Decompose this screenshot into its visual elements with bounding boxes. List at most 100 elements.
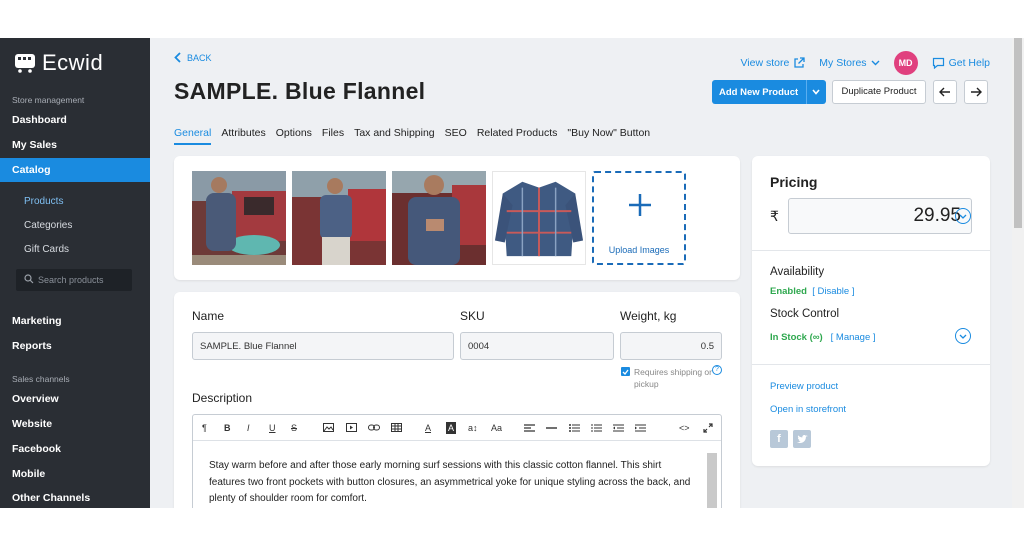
- main-content: BACK SAMPLE. Blue Flannel View store My …: [150, 38, 1012, 508]
- page-scrollbar-thumb[interactable]: [1014, 38, 1022, 228]
- sidebar-item-catalog-label: Catalog: [12, 164, 51, 176]
- product-image-1[interactable]: [192, 171, 286, 265]
- sidebar-subitem-gift-cards[interactable]: Gift Cards: [24, 244, 69, 255]
- sidebar-item-overview[interactable]: Overview: [12, 393, 59, 405]
- description-text[interactable]: Stay warm before and after those early m…: [209, 458, 699, 508]
- font-size-icon[interactable]: a↕: [468, 422, 478, 434]
- search-products-input[interactable]: [38, 272, 128, 288]
- bold-icon[interactable]: B: [224, 422, 231, 434]
- link-icon[interactable]: [368, 424, 380, 431]
- tab-seo[interactable]: SEO: [445, 127, 467, 145]
- sidebar-item-dashboard[interactable]: Dashboard: [12, 114, 67, 126]
- disable-link[interactable]: [ Disable ]: [812, 286, 854, 297]
- page-title: SAMPLE. Blue Flannel: [174, 78, 426, 104]
- name-input[interactable]: [192, 332, 454, 360]
- italic-icon[interactable]: I: [247, 422, 250, 434]
- sidebar-search[interactable]: [16, 269, 132, 291]
- search-icon: [24, 274, 34, 284]
- sidebar-item-mobile[interactable]: Mobile: [12, 468, 45, 480]
- table-icon[interactable]: [391, 423, 402, 432]
- open-storefront-link[interactable]: Open in storefront: [770, 404, 846, 415]
- horizontal-rule-icon[interactable]: [546, 427, 557, 429]
- product-tabs: General Attributes Options Files Tax and…: [174, 127, 650, 145]
- my-stores-dropdown[interactable]: My Stores: [819, 57, 880, 69]
- price-input[interactable]: [788, 198, 972, 234]
- chevron-down-icon: [871, 60, 880, 66]
- view-store-label: View store: [740, 57, 790, 69]
- section-store-management: Store management: [12, 95, 85, 105]
- pricing-expand-button[interactable]: [955, 208, 971, 224]
- view-store-link[interactable]: View store: [740, 57, 805, 69]
- description-editor[interactable]: ¶ B I U S A A a↕ Aa <> Stay warm before …: [192, 414, 722, 508]
- add-new-product-button[interactable]: Add New Product: [712, 80, 826, 104]
- chevron-down-icon[interactable]: [811, 86, 821, 98]
- requires-shipping-checkbox[interactable]: [621, 367, 630, 376]
- back-link[interactable]: BACK: [174, 52, 212, 63]
- background-color-icon[interactable]: A: [446, 422, 457, 434]
- sidebar-item-my-sales[interactable]: My Sales: [12, 139, 57, 151]
- next-product-button[interactable]: [964, 80, 988, 104]
- manage-stock-link[interactable]: [ Manage ]: [831, 332, 876, 343]
- get-help-link[interactable]: Get Help: [932, 57, 990, 69]
- facebook-share-icon[interactable]: f: [770, 430, 788, 448]
- twitter-share-icon[interactable]: [793, 430, 811, 448]
- fullscreen-icon[interactable]: [703, 423, 713, 433]
- product-details-card: Name SKU Weight, kg Requires shipping or…: [174, 292, 740, 508]
- checkmark-icon: [622, 369, 629, 375]
- tab-general[interactable]: General: [174, 127, 212, 145]
- twitter-bird-icon: [796, 434, 807, 443]
- tab-options[interactable]: Options: [276, 127, 312, 145]
- previous-product-button[interactable]: [933, 80, 957, 104]
- outdent-icon[interactable]: [613, 424, 624, 432]
- underline-icon[interactable]: U: [269, 422, 276, 434]
- pricing-card: Pricing ₹ Availability Enabled [ Disable…: [752, 156, 990, 466]
- help-icon[interactable]: ?: [712, 365, 722, 375]
- image-icon[interactable]: [323, 423, 334, 432]
- stock-control-label: Stock Control: [770, 308, 840, 320]
- product-image-2[interactable]: [292, 171, 386, 265]
- divider: [752, 364, 990, 365]
- duplicate-product-button[interactable]: Duplicate Product: [832, 80, 926, 104]
- sku-input[interactable]: [460, 332, 614, 360]
- font-family-icon[interactable]: Aa: [491, 422, 502, 434]
- tab-attributes[interactable]: Attributes: [221, 127, 265, 145]
- tab-tax-and-shipping[interactable]: Tax and Shipping: [354, 127, 435, 145]
- product-images-card: Upload Images: [174, 156, 740, 280]
- avatar[interactable]: MD: [893, 51, 918, 75]
- weight-input[interactable]: [620, 332, 722, 360]
- code-view-icon[interactable]: <>: [679, 422, 690, 434]
- tab-files[interactable]: Files: [322, 127, 344, 145]
- currency-symbol: ₹: [770, 208, 779, 224]
- indent-icon[interactable]: [635, 424, 646, 432]
- sidebar-item-reports[interactable]: Reports: [12, 340, 52, 352]
- name-label: Name: [192, 309, 225, 323]
- brand-name: Ecwid: [42, 50, 104, 75]
- chevron-down-icon: [959, 334, 967, 339]
- editor-scrollbar[interactable]: [707, 453, 717, 508]
- sidebar-item-catalog[interactable]: Catalog: [0, 158, 150, 182]
- numbered-list-icon[interactable]: [591, 424, 602, 432]
- ecwid-logo[interactable]: Ecwid: [14, 50, 103, 76]
- preview-product-link[interactable]: Preview product: [770, 381, 838, 392]
- product-image-3[interactable]: [392, 171, 486, 265]
- sidebar-subitem-categories[interactable]: Categories: [24, 220, 72, 231]
- bulleted-list-icon[interactable]: [569, 424, 580, 432]
- sidebar-item-website[interactable]: Website: [12, 418, 52, 430]
- tab-related-products[interactable]: Related Products: [477, 127, 558, 145]
- tab-buy-now-button[interactable]: "Buy Now" Button: [567, 127, 650, 145]
- align-icon[interactable]: [524, 424, 535, 432]
- strikethrough-icon[interactable]: S: [291, 422, 297, 434]
- video-icon[interactable]: [346, 423, 357, 432]
- availability-status: Enabled: [770, 286, 807, 297]
- sidebar-item-other-channels[interactable]: Other Channels: [12, 492, 90, 504]
- sidebar-item-marketing[interactable]: Marketing: [12, 315, 62, 327]
- sidebar-subitem-products[interactable]: Products: [24, 196, 63, 207]
- stock-expand-button[interactable]: [955, 328, 971, 344]
- upload-images-button[interactable]: Upload Images: [592, 171, 686, 265]
- product-image-4[interactable]: [492, 171, 586, 265]
- paragraph-icon[interactable]: ¶: [202, 422, 207, 434]
- text-color-icon[interactable]: A: [425, 422, 431, 434]
- sidebar-item-facebook[interactable]: Facebook: [12, 443, 61, 455]
- page-scrollbar[interactable]: [1012, 38, 1024, 508]
- pricing-title: Pricing: [770, 174, 818, 190]
